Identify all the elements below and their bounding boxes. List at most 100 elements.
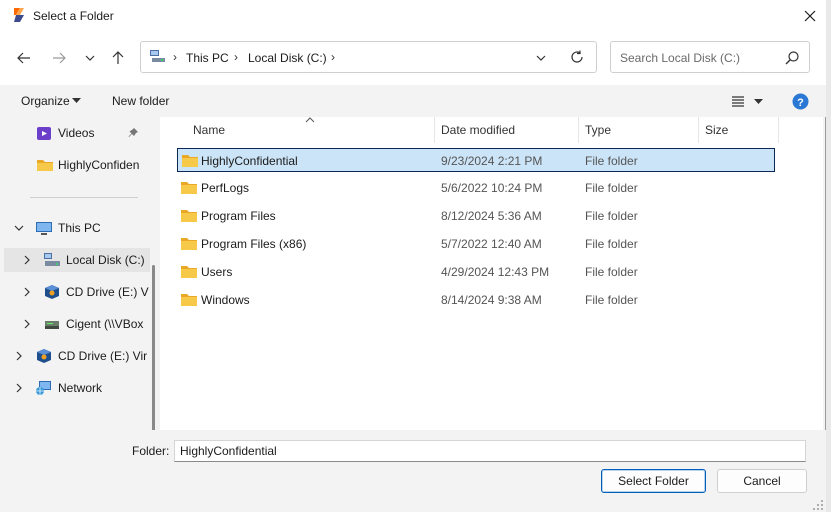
search-box[interactable]: Search Local Disk (C:) [610,41,810,73]
folder-icon [181,210,197,222]
breadcrumb-local-disk[interactable]: Local Disk (C:) [248,51,327,65]
tree-item-network[interactable]: Network [4,376,150,400]
column-label: Size [705,123,729,137]
network-icon [36,381,51,395]
videos-folder-icon [37,127,51,140]
file-row[interactable]: Program Files 8/12/2024 5:36 AM File fol… [177,204,775,228]
file-date: 5/7/2022 12:40 AM [441,237,542,251]
back-button[interactable] [13,49,35,67]
folder-icon [181,266,197,278]
folder-icon [181,182,197,194]
help-icon[interactable]: ? [792,93,809,110]
chevron-right-icon[interactable] [22,318,32,330]
file-date: 9/23/2024 2:21 PM [441,154,543,168]
scrollbar[interactable] [152,265,155,430]
folder-name-input[interactable] [174,440,806,462]
up-button[interactable] [107,49,129,67]
folder-icon [37,160,53,171]
navigation-pane: Videos HighlyConfiden This PC Local Disk… [4,117,155,430]
tree-label: This PC [58,221,101,235]
virtualbox-cd-icon [37,349,51,363]
computer-icon [36,222,52,235]
chevron-right-icon[interactable] [22,286,32,298]
network-drive-icon [45,321,59,329]
command-bar: Organize New folder ? [0,85,826,117]
column-header-name[interactable]: Name [186,117,434,143]
organize-menu[interactable]: Organize [20,85,84,117]
virtualbox-cd-icon [45,285,59,299]
tree-item-local-disk[interactable]: Local Disk (C:) [4,248,150,272]
cancel-button[interactable]: Cancel [717,469,807,493]
select-folder-button[interactable]: Select Folder [601,469,706,493]
search-icon[interactable] [784,50,800,66]
app-logo-icon [14,8,24,22]
file-row[interactable]: HighlyConfidential 9/23/2024 2:21 PM Fil… [177,148,775,172]
tree-item-this-pc[interactable]: This PC [4,216,150,240]
column-header-date[interactable]: Date modified [434,117,578,143]
refresh-icon[interactable] [570,50,584,64]
list-view-icon [732,96,744,107]
tree-item-videos[interactable]: Videos [4,121,150,145]
arrow-left-icon [17,52,30,64]
column-divider[interactable] [778,117,779,143]
search-placeholder: Search Local Disk (C:) [620,51,741,65]
breadcrumb-separator: › [331,50,335,64]
file-row[interactable]: PerfLogs 5/6/2022 10:24 PM File folder [177,176,775,200]
view-options-button[interactable] [731,93,767,109]
file-date: 5/6/2022 10:24 PM [441,181,543,195]
tree-label: Cigent (\\VBox [66,317,144,331]
tree-label: Local Disk (C:) [66,253,145,267]
file-type: File folder [585,154,638,168]
resize-grip-icon[interactable] [812,499,824,511]
navigation-bar: › This PC › Local Disk (C:) › Search Loc… [0,31,826,85]
file-type: File folder [585,237,638,251]
file-type: File folder [585,265,638,279]
address-dropdown-icon[interactable] [536,54,546,62]
breadcrumb-this-pc[interactable]: This PC [186,51,229,65]
file-name: Users [201,265,233,279]
tree-label: HighlyConfiden [58,158,140,172]
chevron-right-icon[interactable] [22,254,32,266]
chevron-right-icon[interactable] [14,350,24,362]
column-header-type[interactable]: Type [578,117,698,143]
file-row[interactable]: Users 4/29/2024 12:43 PM File folder [177,260,775,284]
column-header-size[interactable]: Size [698,117,778,143]
tree-item-cd-drive-sub[interactable]: CD Drive (E:) V [4,280,150,304]
arrow-up-icon [112,51,124,64]
file-name: PerfLogs [201,181,250,195]
select-folder-dialog: Select a Folder › This PC › Local Disk (… [0,0,826,512]
address-bar[interactable]: › This PC › Local Disk (C:) › [140,41,597,73]
pin-icon[interactable] [128,128,138,138]
file-type: File folder [585,209,638,223]
chevron-right-icon[interactable] [14,382,24,394]
close-button[interactable] [793,0,826,31]
file-row[interactable]: Program Files (x86) 5/7/2022 12:40 AM Fi… [177,232,775,256]
tree-item-cd-drive[interactable]: CD Drive (E:) Vir [4,344,150,368]
title-bar: Select a Folder [0,0,826,31]
breadcrumb-separator: › [173,50,177,64]
file-date: 4/29/2024 12:43 PM [441,265,550,279]
breadcrumb-separator: › [234,50,238,64]
caret-down-icon [72,98,81,103]
forward-button[interactable] [48,49,70,67]
arrow-right-icon [53,52,66,64]
divider [30,197,138,198]
recent-locations-button[interactable] [79,49,101,67]
new-folder-button[interactable]: New folder [112,94,169,108]
file-date: 8/12/2024 5:36 AM [441,209,542,223]
folder-label: Folder: [132,444,170,458]
tree-label: Network [58,381,103,395]
column-label: Name [193,123,226,137]
chevron-down-icon[interactable] [14,222,24,234]
tree-item-highlyconfidential[interactable]: HighlyConfiden [4,153,150,177]
chevron-down-icon [85,55,95,61]
tree-label: CD Drive (E:) V [66,285,149,299]
file-name: Windows [201,293,250,307]
this-pc-icon [150,50,165,62]
file-type: File folder [585,181,638,195]
file-name: HighlyConfidential [201,154,298,168]
file-name: Program Files (x86) [201,237,307,251]
file-row[interactable]: Windows 8/14/2024 9:38 AM File folder [177,288,775,312]
organize-label: Organize [21,94,70,108]
tree-item-cigent[interactable]: Cigent (\\VBox [4,312,150,336]
